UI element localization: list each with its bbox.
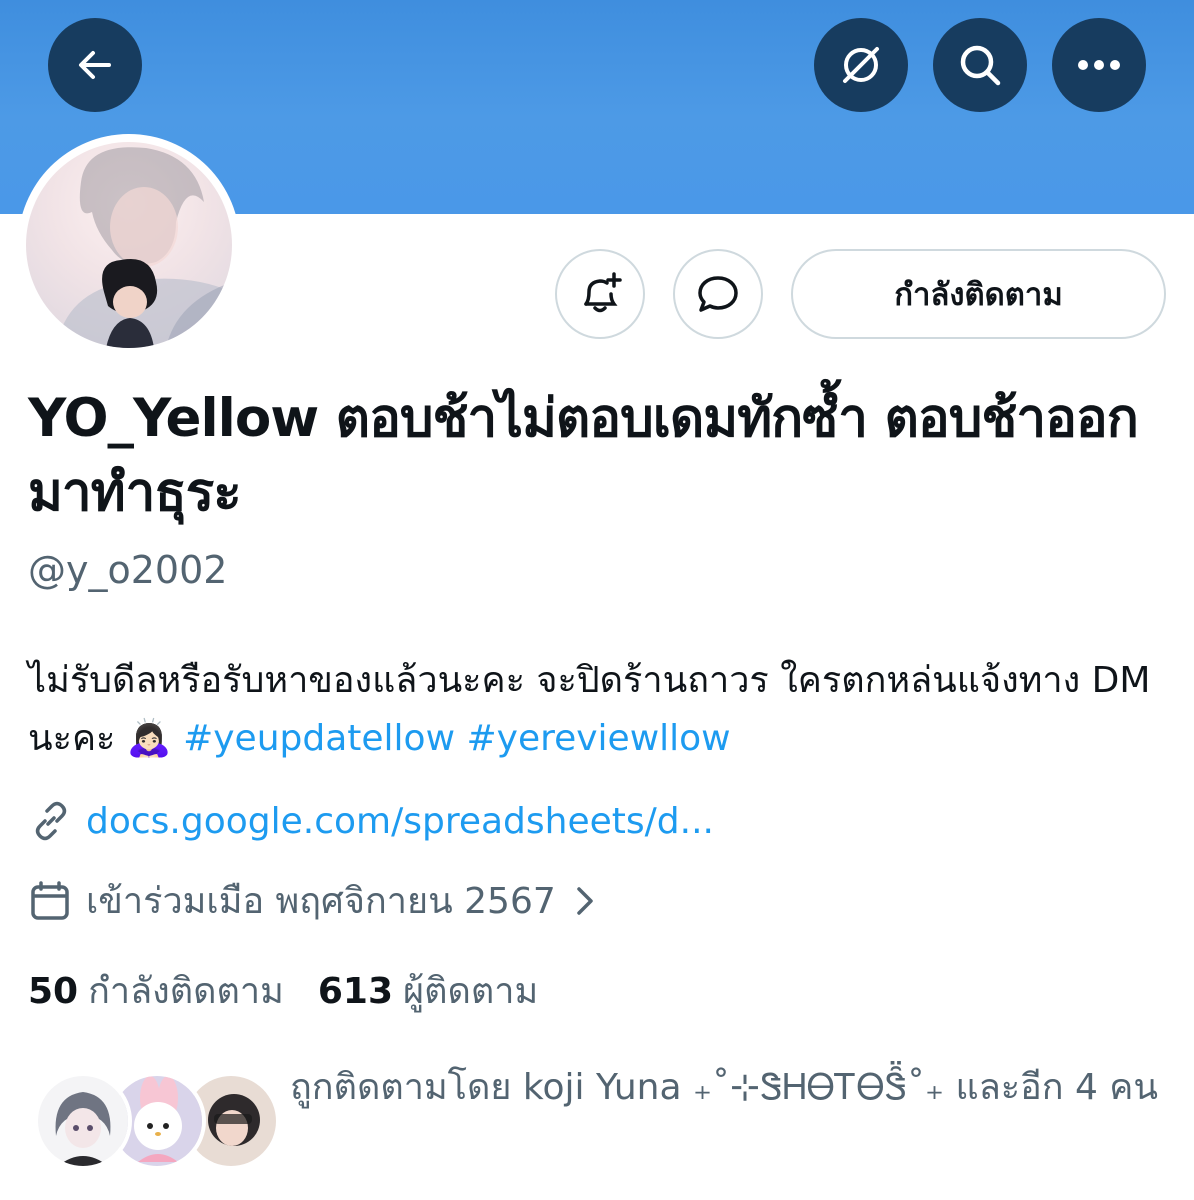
arrow-left-icon: [79, 51, 111, 79]
search-button[interactable]: [933, 18, 1027, 112]
hashtag-link[interactable]: #yeupdatellow: [183, 718, 455, 759]
following-count: 50: [28, 971, 79, 1012]
followed-by-text[interactable]: ถูกติดตามโดย koji Yuna ₊˚⊹ᏕᎻᎾᎢᎾᏕ̑̈˚₊ และ…: [290, 1040, 1170, 1136]
hashtag-link[interactable]: #yereviewllow: [466, 718, 730, 759]
search-icon: [960, 45, 1001, 86]
more-button[interactable]: [1052, 18, 1146, 112]
profile-avatar[interactable]: [26, 142, 232, 348]
back-button[interactable]: [48, 18, 142, 112]
bell-plus-icon: [584, 272, 622, 313]
follow-stats: 50 กำลังติดตาม 613 ผู้ติดตาม: [28, 962, 538, 1019]
followers-label: ผู้ติดตาม: [403, 971, 539, 1012]
grok-icon: [843, 47, 879, 83]
display-name: YO_Yellow ตอบช้าไม่ตอบเดมทักซ้ำ ตอบช้าออ…: [28, 388, 1139, 523]
website-link[interactable]: docs.google.com/spreadsheets/d...: [86, 801, 714, 842]
followers-count: 613: [317, 971, 393, 1012]
follower-avatar[interactable]: [34, 1072, 132, 1170]
more-icon: [1078, 60, 1120, 70]
grok-button[interactable]: [814, 18, 908, 112]
joined-date: เข้าร่วมเมือ พฤศจิกายน 2567: [86, 881, 556, 922]
following-stat[interactable]: 50 กำลังติดตาม: [28, 962, 284, 1019]
following-button[interactable]: กำลังติดตาม: [791, 249, 1166, 339]
website-row: docs.google.com/spreadsheets/d...: [28, 798, 714, 844]
message-button[interactable]: [673, 249, 763, 339]
following-label: กำลังติดตาม: [88, 971, 284, 1012]
notifications-button[interactable]: [555, 249, 645, 339]
profile-bio: ไม่รับดีลหรือรับหาของแล้วนะคะ จะปิดร้านถ…: [28, 652, 1178, 768]
link-icon: [35, 801, 67, 841]
chevron-right-icon: [577, 886, 593, 915]
message-bubble-icon: [698, 276, 738, 312]
followers-stat[interactable]: 613 ผู้ติดตาม: [318, 962, 538, 1019]
joined-row[interactable]: เข้าร่วมเมือ พฤศจิกายน 2567: [28, 872, 600, 929]
calendar-icon: [31, 880, 69, 920]
user-handle: @y_o2002: [28, 548, 228, 592]
